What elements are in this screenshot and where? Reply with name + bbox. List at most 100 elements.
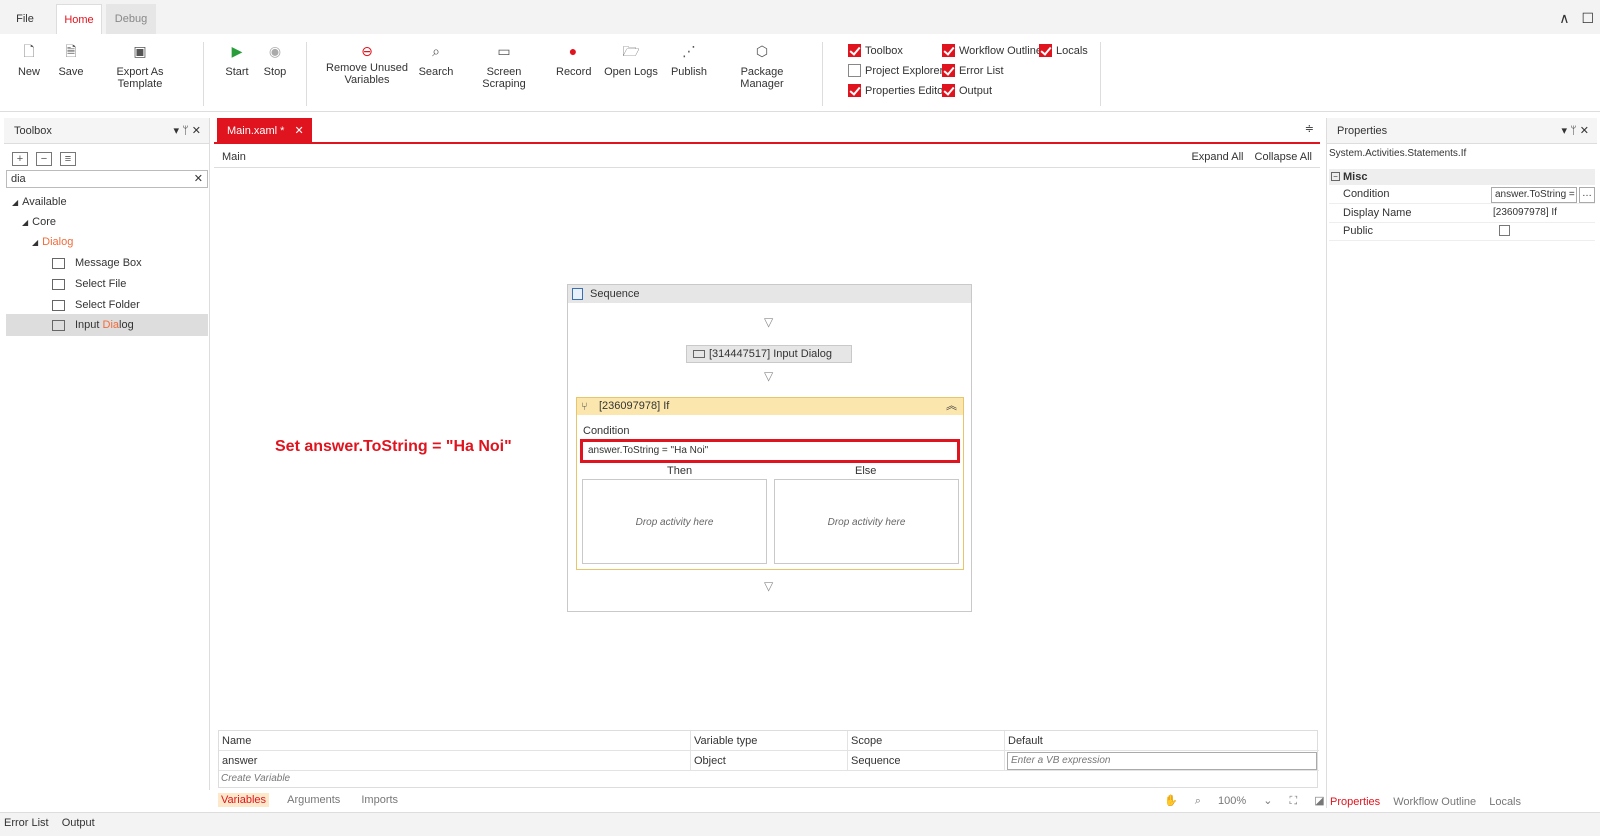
export-as-template-button[interactable]: ▣ Export As Template	[96, 42, 184, 90]
error-list-tab[interactable]: Error List	[4, 817, 49, 829]
screen-scraping-button[interactable]: ▭ Screen Scraping	[466, 42, 542, 90]
window-controls: ∧ ☐	[1551, 10, 1594, 27]
condition-property-input[interactable]: answer.ToString = "Ha Noi"	[1491, 187, 1577, 203]
list-icon[interactable]: ≡	[60, 152, 76, 166]
property-row-condition: Condition answer.ToString = "Ha Noi" …	[1329, 186, 1595, 204]
tab-home[interactable]: Home	[56, 4, 102, 34]
open-logs-button[interactable]: 🗁 Open Logs	[604, 42, 658, 78]
tab-debug[interactable]: Debug	[106, 4, 156, 34]
collapse-chevron-icon[interactable]: ︽	[946, 398, 957, 415]
start-button[interactable]: ▶ Start	[224, 42, 250, 78]
variable-name[interactable]: answer	[219, 751, 691, 771]
workflow-outline-checkbox[interactable]: Workflow Outline	[942, 44, 1042, 57]
tree-item-dialog[interactable]: ◢ Dialog	[32, 236, 73, 248]
toolbox-checkbox[interactable]: Toolbox	[848, 44, 903, 57]
tree-item-available[interactable]: ◢ Available	[12, 196, 67, 208]
zoom-dropdown-icon[interactable]: ⌄	[1263, 795, 1272, 807]
tab-variables[interactable]: Variables	[218, 793, 270, 807]
tab-locals[interactable]: Locals	[1489, 796, 1521, 808]
create-variable-link[interactable]: Create Variable	[221, 771, 290, 787]
input-dialog-activity[interactable]: [314447517] Input Dialog	[686, 345, 852, 363]
dropdown-icon[interactable]: ▾	[174, 125, 180, 137]
close-icon[interactable]: ✕	[1580, 125, 1589, 137]
remove-unused-variables-button[interactable]: ⊖ Remove Unused Variables	[326, 42, 408, 86]
table-row[interactable]: answer Object Sequence Enter a VB expres…	[219, 751, 1319, 771]
package-manager-button[interactable]: ⬡ Package Manager	[720, 42, 804, 90]
dropdown-icon[interactable]: ▾	[1562, 125, 1568, 137]
pin-icon[interactable]: ᛘ	[1570, 125, 1577, 137]
project-explorer-checkbox[interactable]: Project Explorer	[848, 64, 943, 77]
variable-default-input[interactable]: Enter a VB expression	[1007, 752, 1317, 770]
annotation-text: Set answer.ToString = "Ha Noi"	[275, 438, 512, 455]
new-button[interactable]: 🗋 New	[14, 42, 44, 78]
toolbox-panel-controls: ▾ ᛘ ✕	[174, 118, 201, 144]
search-button[interactable]: ⌕ Search	[418, 42, 454, 78]
tree-item-core[interactable]: ◢ Core	[22, 216, 56, 228]
tree-item-select-folder[interactable]: Select Folder	[52, 299, 140, 311]
collapse-all-icon[interactable]: −	[36, 152, 52, 166]
collapse-ribbon-icon[interactable]: ∧	[1559, 10, 1569, 26]
clear-search-icon[interactable]: ✕	[194, 171, 203, 187]
property-category-misc[interactable]: − Misc	[1329, 169, 1595, 185]
tree-item-input-dialog[interactable]: Input Dialog	[6, 314, 208, 336]
zoom-icon[interactable]: ⌕	[1195, 795, 1201, 807]
overview-icon[interactable]: ◪	[1314, 795, 1324, 807]
collapse-category-icon[interactable]: −	[1331, 172, 1340, 181]
variable-type[interactable]: Object	[691, 751, 848, 771]
play-icon: ▶	[231, 43, 243, 59]
error-list-checkbox[interactable]: Error List	[942, 64, 1004, 77]
tab-main-xaml[interactable]: Main.xaml * ✕	[217, 118, 312, 144]
tab-properties[interactable]: Properties	[1330, 796, 1380, 808]
public-checkbox[interactable]	[1499, 225, 1510, 236]
new-file-icon: 🗋	[23, 43, 35, 59]
sequence-activity[interactable]: Sequence ▽ [314447517] Input Dialog ▽ ⑂ …	[567, 284, 972, 612]
fit-screen-icon[interactable]: ⛶	[1289, 795, 1297, 807]
expand-all-icon[interactable]: +	[12, 152, 28, 166]
then-label: Then	[667, 465, 693, 477]
tree-item-message-box[interactable]: Message Box	[52, 257, 142, 269]
output-checkbox[interactable]: Output	[942, 84, 992, 97]
save-button[interactable]: 🗎 Save	[56, 42, 86, 78]
expand-all-link[interactable]: Expand All	[1191, 151, 1243, 163]
save-icon: 🗎	[65, 43, 77, 59]
close-icon[interactable]: ✕	[192, 125, 201, 137]
display-name-input[interactable]: [236097978] If	[1493, 207, 1557, 218]
output-tab[interactable]: Output	[62, 817, 95, 829]
screen-scraping-icon: ▭	[497, 43, 511, 59]
variable-scope[interactable]: Sequence	[848, 751, 1005, 771]
tree-item-select-file[interactable]: Select File	[52, 278, 126, 290]
tab-list-icon[interactable]: ≑	[1305, 122, 1314, 135]
tab-imports[interactable]: Imports	[358, 793, 401, 807]
tab-workflow-outline[interactable]: Workflow Outline	[1393, 796, 1476, 808]
then-drop-zone[interactable]: Drop activity here	[582, 479, 767, 564]
toolbox-search-value: dia	[11, 173, 26, 185]
condition-input[interactable]: answer.ToString = "Ha Noi"	[580, 439, 960, 463]
property-object-type: System.Activities.Statements.If	[1329, 148, 1467, 159]
toolbox-search-input[interactable]: dia ✕	[6, 170, 208, 188]
drop-arrow-icon[interactable]: ▽	[764, 369, 773, 383]
else-drop-zone[interactable]: Drop activity here	[774, 479, 959, 564]
chat-icon[interactable]: ☐	[1581, 10, 1594, 26]
sequence-header[interactable]: Sequence	[568, 285, 971, 303]
close-tab-icon[interactable]: ✕	[294, 125, 303, 137]
zoom-level[interactable]: 100%	[1218, 795, 1246, 807]
tab-file[interactable]: File	[4, 4, 46, 34]
stop-button[interactable]: ◉ Stop	[262, 42, 288, 78]
breadcrumb-main[interactable]: Main	[222, 151, 246, 163]
properties-editor-checkbox[interactable]: Properties Editor	[848, 84, 947, 97]
breadcrumb: Main Expand All Collapse All	[214, 146, 1320, 168]
tab-arguments[interactable]: Arguments	[284, 793, 343, 807]
drop-arrow-icon[interactable]: ▽	[764, 579, 773, 593]
locals-checkbox[interactable]: Locals	[1039, 44, 1088, 57]
if-header[interactable]: ⑂ [236097978] If ︽	[577, 398, 963, 415]
collapse-all-link[interactable]: Collapse All	[1255, 151, 1312, 163]
publish-label: Publish	[670, 66, 708, 78]
expression-editor-button[interactable]: …	[1579, 187, 1595, 203]
pin-icon[interactable]: ᛘ	[182, 125, 189, 137]
drop-arrow-icon[interactable]: ▽	[764, 315, 773, 329]
record-button[interactable]: ● Record	[556, 42, 591, 78]
input-dialog-icon	[693, 350, 705, 358]
publish-button[interactable]: ⋰ Publish	[670, 42, 708, 78]
hand-pan-icon[interactable]: ✋	[1164, 795, 1178, 807]
if-activity[interactable]: ⑂ [236097978] If ︽ Condition answer.ToSt…	[576, 397, 964, 570]
